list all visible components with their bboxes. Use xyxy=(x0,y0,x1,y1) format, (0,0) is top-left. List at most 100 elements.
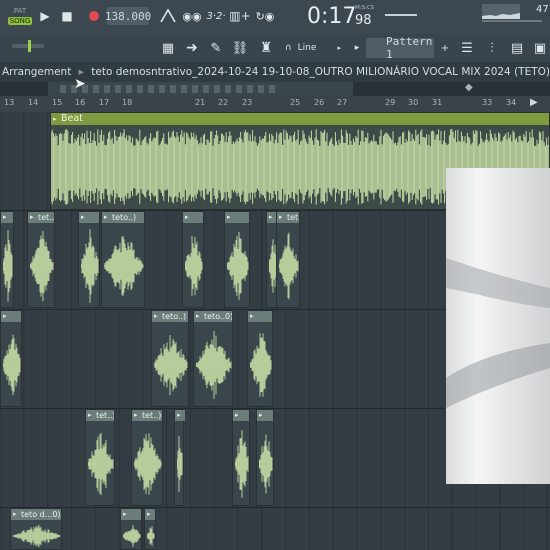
channel-rack-icon[interactable]: ▤ xyxy=(506,37,528,59)
master-volume-slider[interactable] xyxy=(12,40,44,52)
chevron-down-icon: ▸ xyxy=(337,44,341,52)
clip-header[interactable]: teto..0) xyxy=(194,311,232,322)
cpu-monitor[interactable]: 47 xyxy=(480,2,549,32)
countdown-icon[interactable]: 3·2· xyxy=(205,5,227,27)
pattern-add-icon[interactable]: + xyxy=(436,37,454,59)
vocal-clip[interactable]: tet.. xyxy=(276,211,300,308)
play-button[interactable]: ▶ xyxy=(36,6,54,26)
vocal-clip[interactable] xyxy=(224,211,250,308)
vocal-clip[interactable] xyxy=(182,211,204,308)
song-label: SONG xyxy=(7,17,33,25)
vocal-clip[interactable]: teto..) xyxy=(151,310,189,407)
clip-header[interactable]: tet.. xyxy=(277,212,299,223)
clip-header[interactable]: tet..) xyxy=(86,410,114,421)
pattern-selector[interactable]: Pattern 1 xyxy=(366,35,434,61)
stop-button[interactable]: ■ xyxy=(58,6,76,26)
clip-header[interactable] xyxy=(175,410,185,421)
beat-clip-header[interactable]: Beat xyxy=(51,113,549,125)
clip-waveform xyxy=(227,231,249,301)
vocal-clip[interactable] xyxy=(78,211,100,308)
pat-label: PAT xyxy=(13,7,27,15)
vocal-clip[interactable] xyxy=(232,409,250,506)
bar-number: 27 xyxy=(337,98,348,107)
clip-waveform xyxy=(196,331,232,399)
clip-header[interactable] xyxy=(121,509,141,520)
clip-waveform xyxy=(30,230,54,302)
playlist-icon[interactable]: ☰ xyxy=(456,37,478,59)
clip-header[interactable] xyxy=(1,311,21,322)
clip-header[interactable] xyxy=(233,410,249,421)
playlist-overview[interactable]: ➤ ◆ xyxy=(0,76,550,96)
mixer-icon[interactable]: ⫶ xyxy=(481,37,503,59)
bar-number: 33 xyxy=(482,98,493,107)
vocal-clip[interactable]: teto..) xyxy=(101,211,145,308)
vocal-clip[interactable]: teto..0) xyxy=(193,310,233,407)
secondary-toolbar: ▦ ➜ ✎ ⛓ ♜ ∩ Line ▸ ▸ Pattern 1 + ☰ ⫶ ▤ ▣ xyxy=(0,34,550,63)
vocal-clip[interactable]: tet.. xyxy=(27,211,55,308)
cpu-value: 47 xyxy=(536,4,549,15)
piano-roll-icon[interactable]: ▦ xyxy=(157,37,179,59)
cpu-graph xyxy=(482,4,520,19)
snap-label: Line xyxy=(297,43,317,53)
clip-waveform xyxy=(147,526,155,546)
preview-waveform xyxy=(446,258,550,408)
metronome-icon[interactable] xyxy=(157,5,179,27)
breadcrumb-root[interactable]: Arrangement xyxy=(2,66,71,78)
playlist-tracks[interactable]: Beat tet.. teto..) tet.. xyxy=(0,112,550,550)
vocal-clip[interactable]: tet..) xyxy=(131,409,163,506)
vocal-clip[interactable]: tet..) xyxy=(85,409,115,506)
time-display[interactable]: 0:17 M:S:CS 98 xyxy=(305,3,375,31)
vocal-clip[interactable] xyxy=(174,409,185,506)
clip-header[interactable]: teto..) xyxy=(102,212,144,223)
loop-record-icon[interactable]: ↻◉ xyxy=(253,5,277,27)
slider-handle[interactable] xyxy=(28,40,31,52)
vocal-clip[interactable] xyxy=(256,409,274,506)
clip-label: teto..) xyxy=(112,213,137,222)
clip-label: tet..) xyxy=(142,411,162,420)
arrow-right-icon[interactable]: ➜ xyxy=(181,37,203,59)
link-icon[interactable]: ⛓ xyxy=(229,37,251,59)
hat-icon[interactable]: ♜ xyxy=(255,37,277,59)
clip-header[interactable]: teto d...0) xyxy=(11,509,61,520)
clip-header[interactable] xyxy=(145,509,155,520)
playhead-icon[interactable]: ▶ xyxy=(530,97,538,108)
pattern-label: Pattern 1 xyxy=(386,35,433,61)
overview-clips xyxy=(60,85,280,93)
vocal-clip[interactable]: teto d...0) xyxy=(10,508,62,550)
clip-header[interactable] xyxy=(1,212,13,223)
pattern-prev-icon[interactable]: ▸ xyxy=(350,38,364,58)
cpu-meter xyxy=(482,20,542,22)
vocal-clip[interactable] xyxy=(120,508,142,550)
pat-song-toggle[interactable]: PAT SONG xyxy=(7,3,33,29)
vocal-clip[interactable] xyxy=(247,310,273,407)
clip-header[interactable] xyxy=(79,212,99,223)
vocal-clip[interactable] xyxy=(144,508,156,550)
snap-selector[interactable]: ∩ Line ▸ xyxy=(281,38,345,58)
step-edit-icon[interactable]: ▥+ xyxy=(229,5,251,27)
wait-record-icon[interactable]: ◉◉ xyxy=(181,5,203,27)
stop-icon: ■ xyxy=(61,9,73,23)
record-button[interactable] xyxy=(84,6,104,26)
vocal-clip[interactable] xyxy=(0,310,22,407)
clip-waveform xyxy=(3,334,21,396)
clip-header[interactable] xyxy=(257,410,273,421)
pencil-icon[interactable]: ✎ xyxy=(205,37,227,59)
time-unit: M:S:CS xyxy=(355,5,375,11)
clip-header[interactable]: tet.. xyxy=(28,212,54,223)
clip-header[interactable]: tet..) xyxy=(132,410,162,421)
timeline-ruler[interactable]: 13 14 15 16 17 18 21 22 23 25 26 27 29 3… xyxy=(0,96,550,113)
clip-waveform xyxy=(134,433,162,495)
clip-waveform xyxy=(13,524,61,548)
clip-header[interactable] xyxy=(248,311,272,322)
cursor-icon: ➤ xyxy=(74,76,86,92)
browser-icon[interactable]: ▣ xyxy=(530,37,550,59)
clip-header[interactable]: teto..) xyxy=(152,311,188,322)
tempo-display[interactable]: 138.000 xyxy=(105,7,151,25)
zoom-handle-icon[interactable]: ◆ xyxy=(465,82,473,93)
clip-header[interactable] xyxy=(225,212,249,223)
hint-bar xyxy=(385,14,417,16)
vocal-clip[interactable] xyxy=(0,211,14,308)
clip-header[interactable] xyxy=(183,212,203,223)
clip-waveform xyxy=(235,430,249,498)
breadcrumb-project[interactable]: teto demosntrativo_2024-10-24 19-10-08_O… xyxy=(91,66,550,78)
